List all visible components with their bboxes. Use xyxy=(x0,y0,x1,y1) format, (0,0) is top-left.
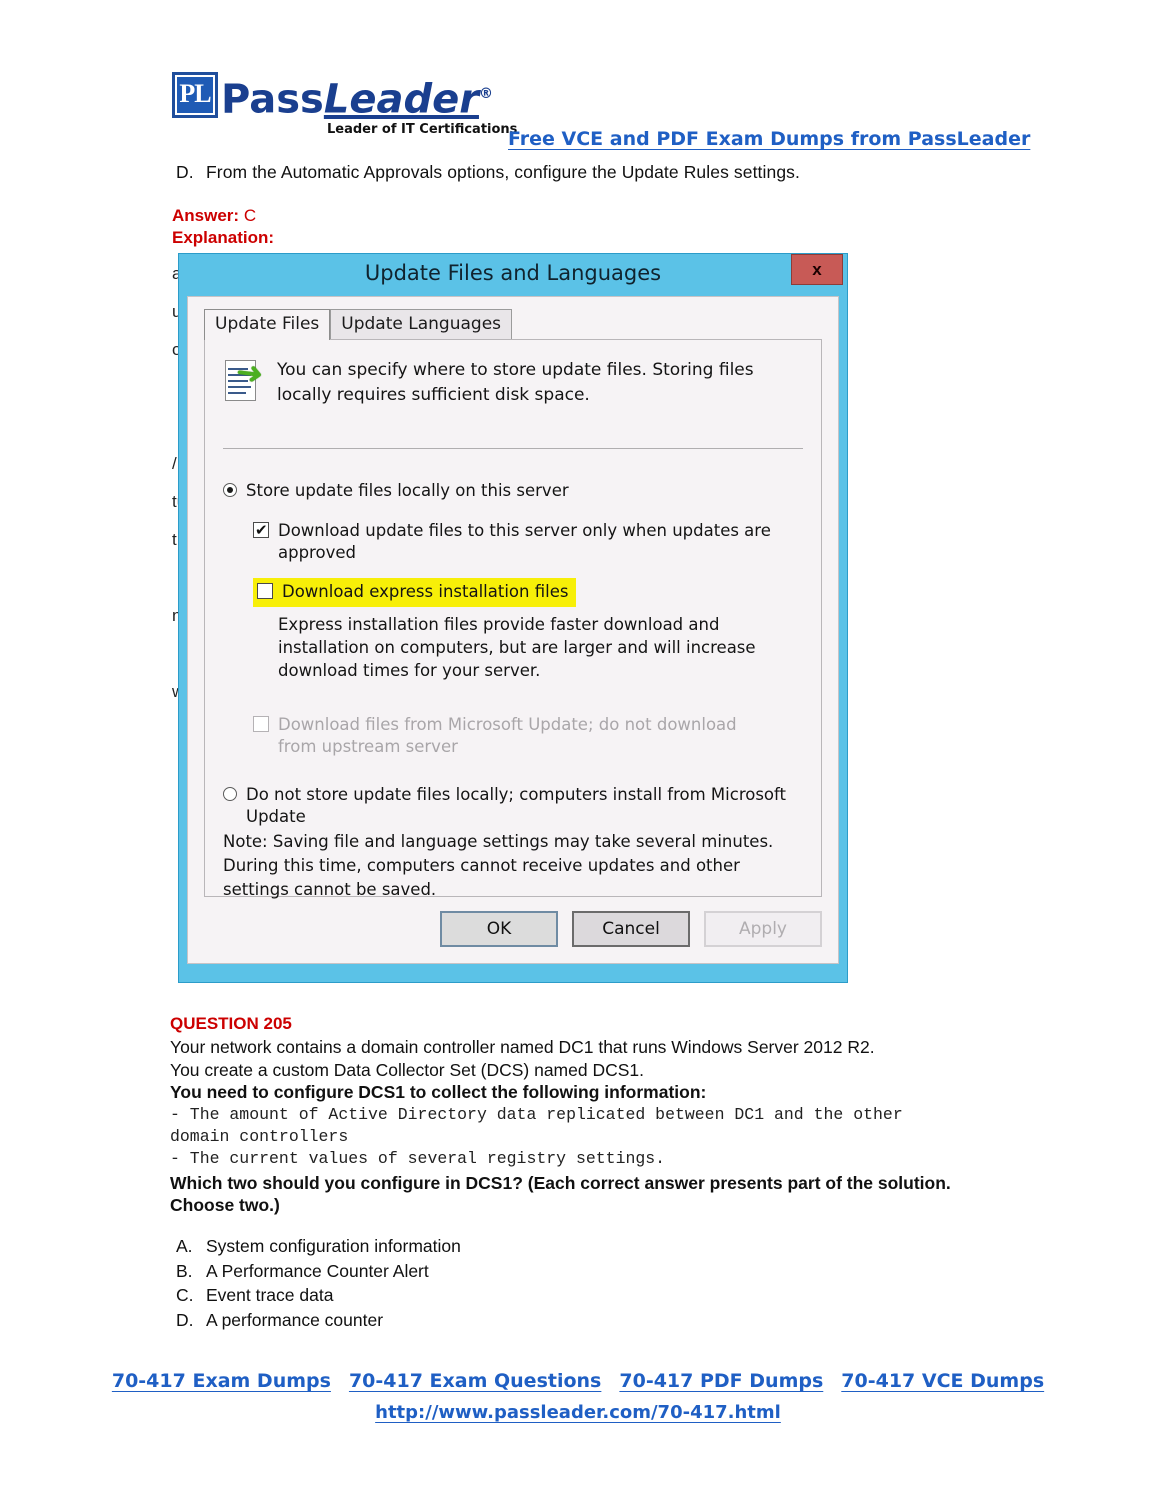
option-do-not-store-locally[interactable]: Do not store update files locally; compu… xyxy=(223,784,803,828)
question-option-d-text: A performance counter xyxy=(206,1309,384,1330)
option-download-from-microsoft-update: Download files from Microsoft Update; do… xyxy=(253,714,803,758)
question-line-4: Which two should you configure in DCS1? … xyxy=(170,1172,951,1216)
checkbox-download-from-ms-update-icon xyxy=(253,716,269,732)
question-option-a-letter: A. xyxy=(176,1236,193,1256)
question-option-a-text: System configuration information xyxy=(206,1236,461,1256)
logo-badge-icon: PL xyxy=(172,72,218,118)
logo-word-pass: Pass xyxy=(221,76,324,123)
question-option-d-letter: D. xyxy=(176,1309,194,1330)
logo-word-leader: Leader xyxy=(323,76,479,123)
options-block: Store update files locally on this serve… xyxy=(223,480,803,828)
question-line-1: Your network contains a domain controlle… xyxy=(170,1037,875,1057)
highlight-marker: Download express installation files xyxy=(253,578,577,607)
footer-url: http://www.passleader.com/70-417.html xyxy=(0,1402,1156,1423)
question-option-c-text: Event trace data xyxy=(206,1285,334,1305)
footer-links: 70-417 Exam Dumps 70-417 Exam Questions 70… xyxy=(0,1370,1156,1392)
question-option-d[interactable]: D. A performance counter xyxy=(176,1308,461,1333)
dialog-tabstrip: Update Files Update Languages xyxy=(204,309,822,340)
close-icon[interactable]: x xyxy=(791,254,843,285)
dialog-button-bar: OK Cancel Apply xyxy=(204,909,822,949)
radio-do-not-store-locally-icon[interactable] xyxy=(223,787,237,801)
footer-link-vce-dumps[interactable]: 70-417 VCE Dumps xyxy=(841,1370,1044,1392)
dialog-body: Update Files Update Languages ➜ You can s… xyxy=(187,296,839,964)
question-body: Your network contains a domain controlle… xyxy=(170,1036,1000,1217)
section-divider xyxy=(223,448,803,449)
question-option-b-letter: B. xyxy=(176,1260,193,1281)
info-text: You can specify where to store update fi… xyxy=(277,360,754,405)
logo-registered-mark: ® xyxy=(478,86,493,102)
tab-update-files[interactable]: Update Files xyxy=(204,309,331,340)
option-download-express-label: Download express installation files xyxy=(282,582,569,601)
info-row: ➜ You can specify where to store update … xyxy=(223,355,803,408)
logo-wordmark: PassLeader® xyxy=(221,72,493,121)
header-promo-link[interactable]: Free VCE and PDF Exam Dumps from PassLea… xyxy=(508,128,1030,150)
previous-option-d-letter: D. xyxy=(176,162,194,182)
option-do-not-store-locally-label: Do not store update files locally; compu… xyxy=(246,785,787,826)
answer-line: Answer: C xyxy=(172,206,256,226)
question-options: A. System configuration information B. A… xyxy=(176,1234,461,1332)
checkbox-download-express-icon[interactable] xyxy=(257,583,273,599)
question-option-b[interactable]: B. A Performance Counter Alert xyxy=(176,1259,461,1284)
question-option-b-text: A Performance Counter Alert xyxy=(206,1260,429,1281)
footer-link-exam-questions[interactable]: 70-417 Exam Questions xyxy=(349,1370,601,1392)
previous-option-d-text: From the Automatic Approvals options, co… xyxy=(206,162,800,182)
logo-tagline: Leader of IT Certifications xyxy=(327,122,518,137)
answer-value: C xyxy=(243,206,257,225)
option-store-locally[interactable]: Store update files locally on this serve… xyxy=(223,480,803,502)
cancel-button[interactable]: Cancel xyxy=(572,911,690,947)
page-header: PL PassLeader® Leader of IT Certificatio… xyxy=(172,72,1030,162)
dialog-note: Note: Saving file and language settings … xyxy=(223,832,774,899)
ok-button[interactable]: OK xyxy=(440,911,558,947)
question-title: QUESTION 205 xyxy=(170,1014,292,1033)
dialog-titlebar: Update Files and Languages x xyxy=(179,254,847,296)
checkbox-download-when-approved-icon[interactable] xyxy=(253,519,269,541)
radio-store-locally-icon[interactable] xyxy=(223,483,237,497)
option-download-express[interactable]: Download express installation files xyxy=(257,581,568,603)
explanation-label: Explanation: xyxy=(172,228,275,247)
question-option-c-letter: C. xyxy=(176,1285,194,1305)
update-files-and-languages-dialog: Update Files and Languages x Update File… xyxy=(178,253,848,983)
option-download-from-microsoft-update-label: Download files from Microsoft Update; do… xyxy=(278,715,737,756)
previous-option-d: D. From the Automatic Approvals options, … xyxy=(176,162,986,183)
express-description: Express installation files provide faste… xyxy=(278,615,756,680)
apply-button: Apply xyxy=(704,911,822,947)
document-with-green-arrow-icon: ➜ xyxy=(223,355,266,404)
question-mono-line-3: - The current values of several registry… xyxy=(170,1148,666,1168)
option-download-when-approved-label: Download update files to this server onl… xyxy=(278,521,771,562)
question-option-a[interactable]: A. System configuration information xyxy=(176,1234,461,1259)
footer-url-link[interactable]: http://www.passleader.com/70-417.html xyxy=(375,1402,781,1423)
logo-badge-text: PL xyxy=(179,79,211,108)
option-download-express-wrap: Download express installation files xyxy=(253,578,803,607)
passleader-logo: PL PassLeader® xyxy=(172,72,493,121)
tab-panel-update-files: ➜ You can specify where to store update … xyxy=(204,339,822,899)
footer-link-pdf-dumps[interactable]: 70-417 PDF Dumps xyxy=(619,1370,823,1392)
answer-label: Answer: xyxy=(172,206,240,225)
question-option-c[interactable]: C. Event trace data xyxy=(176,1283,461,1308)
question-mono-line-2: domain controllers xyxy=(170,1126,349,1146)
option-store-locally-label: Store update files locally on this serve… xyxy=(246,481,569,500)
dialog-title: Update Files and Languages xyxy=(364,261,662,285)
option-download-when-approved[interactable]: Download update files to this server onl… xyxy=(253,519,803,564)
question-mono-line-1: - The amount of Active Directory data re… xyxy=(170,1104,903,1124)
tab-update-languages[interactable]: Update Languages xyxy=(330,309,513,340)
question-line-3: You need to configure DCS1 to collect th… xyxy=(170,1082,707,1102)
question-line-2: You create a custom Data Collector Set (… xyxy=(170,1059,645,1080)
footer-link-exam-dumps[interactable]: 70-417 Exam Dumps xyxy=(112,1370,331,1392)
